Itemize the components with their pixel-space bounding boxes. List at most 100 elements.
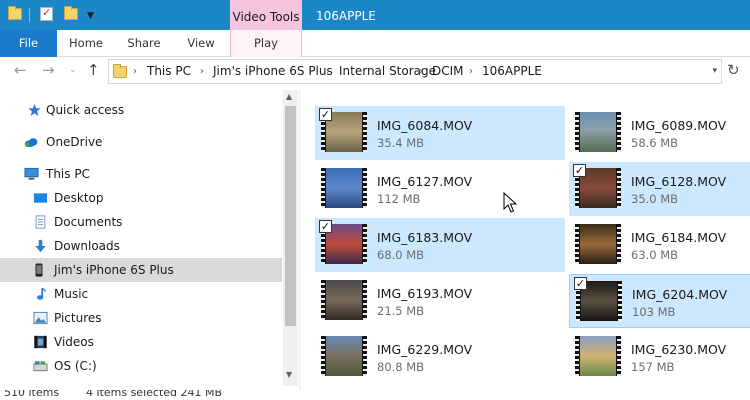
tab-file[interactable]: File [0, 30, 57, 57]
new-folder-icon[interactable] [64, 6, 78, 21]
folder-icon [113, 64, 127, 78]
breadcrumb-separator-icon[interactable]: › [133, 60, 137, 83]
scroll-up-icon[interactable]: ▲ [286, 92, 292, 101]
music-icon [37, 287, 46, 300]
ribbon-tabs: File Home Share View Play [0, 30, 750, 57]
file-tile[interactable]: IMG_6089.MOV 58.6 MB [569, 106, 750, 160]
file-tile[interactable]: IMG_6193.MOV 21.5 MB [315, 274, 565, 328]
video-thumbnail [321, 336, 367, 376]
file-tile[interactable]: IMG_6127.MOV 112 MB [315, 162, 565, 216]
computer-icon [24, 167, 39, 180]
video-thumbnail [575, 336, 621, 376]
breadcrumb-separator-icon[interactable]: › [326, 60, 330, 83]
checkbox-checked-icon[interactable]: ✓ [319, 220, 332, 233]
file-name: IMG_6230.MOV [631, 342, 727, 357]
breadcrumb-separator-icon[interactable]: › [469, 60, 473, 83]
toolbar-separator [29, 8, 30, 22]
sidebar-item-quick-access[interactable]: Quick access [0, 98, 282, 122]
sidebar-item-documents[interactable]: Documents [0, 210, 282, 234]
sidebar-item-label: OneDrive [46, 135, 103, 149]
sidebar-item-label: Jim's iPhone 6S Plus [54, 263, 174, 277]
sidebar-item-this-pc[interactable]: This PC [0, 162, 282, 186]
download-icon [35, 239, 46, 253]
sidebar-item-os-c[interactable]: OS (C:) [0, 354, 282, 378]
file-name: IMG_6229.MOV [377, 342, 473, 357]
drive-icon [33, 361, 48, 372]
recent-locations-icon[interactable]: ⌄ [69, 65, 77, 75]
status-bar: 510 items 4 items selected 241 MB [0, 390, 750, 400]
tab-view[interactable]: View [173, 30, 229, 57]
file-size: 80.8 MB [377, 360, 425, 374]
forward-arrow-icon[interactable]: → [42, 61, 55, 79]
file-size: 35.0 MB [631, 192, 679, 206]
sidebar-item-label: Music [54, 287, 89, 301]
sidebar-item-videos[interactable]: Videos [0, 330, 282, 354]
video-tools-label: Video Tools [232, 10, 300, 24]
folder-icon[interactable] [8, 6, 22, 21]
sidebar-item-label: Videos [54, 335, 94, 349]
refresh-icon[interactable]: ↻ [727, 61, 740, 79]
sidebar-item-label: OS (C:) [54, 359, 97, 373]
sidebar-item-downloads[interactable]: Downloads [0, 234, 282, 258]
file-tile[interactable]: IMG_6229.MOV 80.8 MB [315, 330, 565, 384]
sidebar-item-label: Documents [54, 215, 123, 229]
videos-icon [34, 335, 47, 349]
file-size: 35.4 MB [377, 136, 425, 150]
mouse-cursor-icon [503, 192, 518, 213]
sidebar-item-desktop[interactable]: Desktop [0, 186, 282, 210]
tab-share[interactable]: Share [115, 30, 173, 57]
file-size: 112 MB [377, 192, 421, 206]
video-tools-context-tab: Video Tools [230, 0, 302, 30]
breadcrumb-106apple[interactable]: 106APPLE [482, 60, 542, 83]
file-tile[interactable]: ✓ IMG_6128.MOV 35.0 MB [569, 162, 750, 216]
tab-play[interactable]: Play [230, 30, 302, 57]
address-bar[interactable]: › This PC › Jim's iPhone 6S Plus › Inter… [108, 59, 722, 84]
window-title: 106APPLE [316, 9, 376, 23]
breadcrumb-iphone[interactable]: Jim's iPhone 6S Plus [213, 60, 333, 83]
sidebar-item-iphone[interactable]: Jim's iPhone 6S Plus [0, 258, 282, 282]
file-name: IMG_6089.MOV [631, 118, 727, 133]
file-size: 157 MB [631, 360, 675, 374]
sidebar-item-label: Quick access [46, 103, 125, 117]
video-thumbnail [321, 168, 367, 208]
file-tile[interactable]: ✓ IMG_6183.MOV 68.0 MB [315, 218, 565, 272]
phone-icon [35, 263, 43, 277]
navigation-bar: ← → ⌄ ↑ › This PC › Jim's iPhone 6S Plus… [0, 57, 750, 87]
file-list: ✓ IMG_6084.MOV 35.4 MB IMG_6089.MOV 58.6… [305, 90, 750, 390]
checkbox-checked-icon[interactable]: ✓ [319, 108, 332, 121]
sidebar-item-music[interactable]: Music [0, 282, 282, 306]
file-name: IMG_6128.MOV [631, 174, 727, 189]
file-name: IMG_6204.MOV [632, 287, 728, 302]
checkbox-checked-icon[interactable]: ✓ [574, 277, 587, 290]
back-arrow-icon[interactable]: ← [14, 61, 27, 79]
file-size: 63.0 MB [631, 248, 679, 262]
video-thumbnail [575, 224, 621, 264]
checkbox-checked-icon[interactable]: ✓ [573, 164, 586, 177]
scrollbar-thumb[interactable] [285, 106, 296, 326]
video-thumbnail [321, 280, 367, 320]
tab-home[interactable]: Home [57, 30, 115, 57]
sidebar-item-pictures[interactable]: Pictures [0, 306, 282, 330]
pictures-icon [33, 311, 48, 325]
breadcrumb-separator-icon[interactable]: › [200, 60, 204, 83]
sidebar-item-label: This PC [46, 167, 90, 181]
file-tile[interactable]: ✓ IMG_6204.MOV 103 MB [569, 274, 750, 328]
breadcrumb-this-pc[interactable]: This PC [147, 60, 191, 83]
sidebar-scrollbar[interactable]: ▲ ▼ [283, 90, 298, 386]
file-size: 103 MB [632, 305, 676, 319]
sidebar-item-onedrive[interactable]: OneDrive [0, 130, 282, 154]
properties-icon[interactable] [40, 6, 53, 21]
file-tile[interactable]: IMG_6230.MOV 157 MB [569, 330, 750, 384]
file-tile[interactable]: IMG_6184.MOV 63.0 MB [569, 218, 750, 272]
file-name: IMG_6127.MOV [377, 174, 473, 189]
address-dropdown-icon[interactable]: ▾ [712, 60, 717, 83]
breadcrumb-separator-icon[interactable]: › [419, 60, 423, 83]
selection-info: 4 items selected 241 MB [86, 390, 223, 399]
up-arrow-icon[interactable]: ↑ [87, 61, 100, 79]
file-tile[interactable]: ✓ IMG_6084.MOV 35.4 MB [315, 106, 565, 160]
file-name: IMG_6084.MOV [377, 118, 473, 133]
customize-toolbar-icon[interactable]: ▼ [87, 11, 94, 21]
navigation-pane: Quick access OneDrive This PC Desktop Do… [0, 90, 300, 390]
scroll-down-icon[interactable]: ▼ [286, 370, 292, 379]
breadcrumb-dcim[interactable]: DCIM [432, 60, 464, 83]
